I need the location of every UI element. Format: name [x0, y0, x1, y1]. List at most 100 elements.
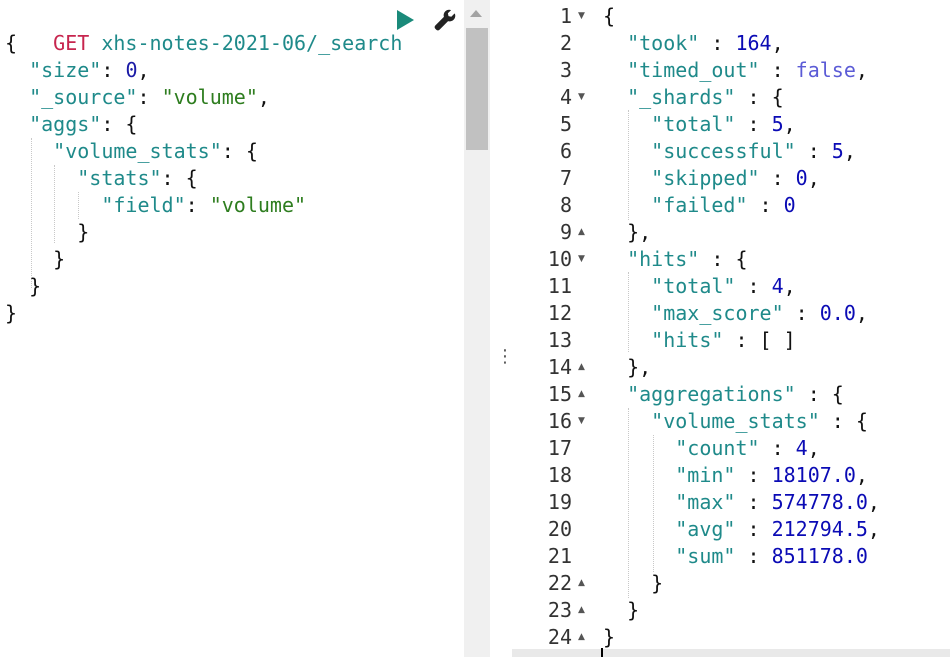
code-token: } — [53, 247, 66, 271]
indent-guide — [54, 165, 55, 243]
response-code-line: "successful" : 5, — [603, 138, 856, 165]
code-token: : — [101, 58, 126, 82]
code-token: , — [783, 274, 796, 298]
code-token: "timed_out" — [627, 58, 760, 82]
line-number: 13 — [547, 328, 572, 352]
line-number: 7 — [559, 166, 572, 190]
code-token: "_source" — [29, 85, 138, 109]
response-code-line: "count" : 4, — [603, 435, 820, 462]
request-line: GET xhs-notes-2021-06/_search — [5, 3, 402, 55]
indent-guide — [31, 138, 32, 288]
run-request-play-icon[interactable] — [397, 10, 414, 30]
code-token: : — [185, 193, 210, 217]
response-code-line: "timed_out" : false, — [603, 57, 868, 84]
fold-expand-icon[interactable]: ▲ — [578, 597, 585, 624]
code-token: , — [807, 166, 820, 190]
code-token: : { — [699, 247, 748, 271]
response-code-line: "failed" : 0 — [603, 192, 796, 219]
fold-expand-icon[interactable]: ▲ — [578, 219, 585, 246]
code-token: "hits" — [651, 328, 724, 352]
line-number: 15 — [547, 382, 572, 406]
response-code-line: }, — [603, 219, 651, 246]
code-token: 4 — [795, 436, 808, 460]
code-token: 5 — [831, 139, 844, 163]
fold-collapse-icon[interactable]: ▼ — [578, 3, 585, 30]
code-token: "volume" — [161, 85, 258, 109]
line-number: 1 — [559, 4, 572, 28]
code-token: , — [137, 58, 150, 82]
line-number: 6 — [559, 139, 572, 163]
code-token: } — [651, 571, 664, 595]
fold-expand-icon[interactable]: ▲ — [578, 381, 585, 408]
code-token: , — [783, 112, 796, 136]
line-number: 12 — [547, 301, 572, 325]
code-token: "total" — [651, 112, 736, 136]
line-number: 11 — [547, 274, 572, 298]
code-token: "volume_stats" — [53, 139, 222, 163]
line-number: 10 — [547, 247, 572, 271]
scrollbar-thumb[interactable] — [466, 28, 488, 150]
request-method: GET — [53, 31, 90, 55]
scroll-up-arrow-icon[interactable] — [470, 10, 482, 17]
line-number: 23 — [547, 598, 572, 622]
fold-expand-icon[interactable]: ▲ — [578, 354, 585, 381]
code-token: , — [807, 436, 820, 460]
request-code-line: "aggs": { — [5, 111, 137, 138]
code-token: : { — [795, 382, 844, 406]
fold-expand-icon[interactable]: ▲ — [578, 624, 585, 651]
fold-collapse-icon[interactable]: ▼ — [578, 408, 585, 435]
code-token: : — [735, 544, 772, 568]
line-number: 9 — [559, 220, 572, 244]
code-token: 0.0 — [819, 301, 856, 325]
code-token: }, — [627, 220, 652, 244]
line-number: 24 — [547, 625, 572, 649]
code-token: 574778.0 — [771, 490, 868, 514]
code-token: 164 — [735, 31, 772, 55]
response-code-line: "took" : 164, — [603, 30, 784, 57]
code-token: }, — [627, 355, 652, 379]
code-token: } — [77, 220, 90, 244]
response-code-line: } — [603, 597, 639, 624]
fold-collapse-icon[interactable]: ▼ — [578, 246, 585, 273]
code-token: } — [5, 301, 18, 325]
line-number: 14 — [547, 355, 572, 379]
code-token: : { — [101, 112, 138, 136]
response-code-line: { — [603, 3, 615, 30]
line-number: 17 — [547, 436, 572, 460]
code-token: : — [783, 301, 820, 325]
code-token: "count" — [675, 436, 760, 460]
request-editor[interactable]: GET xhs-notes-2021-06/_search { "size": … — [0, 0, 464, 657]
code-token: : — [699, 31, 736, 55]
code-token: 18107.0 — [771, 463, 856, 487]
code-token: : { — [735, 85, 784, 109]
line-number: 8 — [559, 193, 572, 217]
response-code-line: } — [603, 624, 615, 651]
fold-collapse-icon[interactable]: ▼ — [578, 84, 585, 111]
request-code-line: } — [5, 219, 89, 246]
settings-wrench-icon[interactable] — [433, 8, 457, 32]
request-code-line: "stats": { — [5, 165, 197, 192]
code-token: "failed" — [651, 193, 748, 217]
code-token: "_shards" — [627, 85, 736, 109]
code-token: , — [855, 463, 868, 487]
request-code-line: "size": 0, — [5, 57, 150, 84]
response-code-line: }, — [603, 354, 651, 381]
request-code-line: } — [5, 246, 65, 273]
code-token: "max_score" — [651, 301, 784, 325]
code-token: : — [735, 463, 772, 487]
request-url: xhs-notes-2021-06/_search — [101, 31, 403, 55]
code-token: : — [747, 193, 784, 217]
code-token: , — [855, 58, 868, 82]
fold-expand-icon[interactable]: ▲ — [578, 570, 585, 597]
line-number: 4 — [559, 85, 572, 109]
response-code-line: "avg" : 212794.5, — [603, 516, 880, 543]
code-token: "hits" — [627, 247, 700, 271]
